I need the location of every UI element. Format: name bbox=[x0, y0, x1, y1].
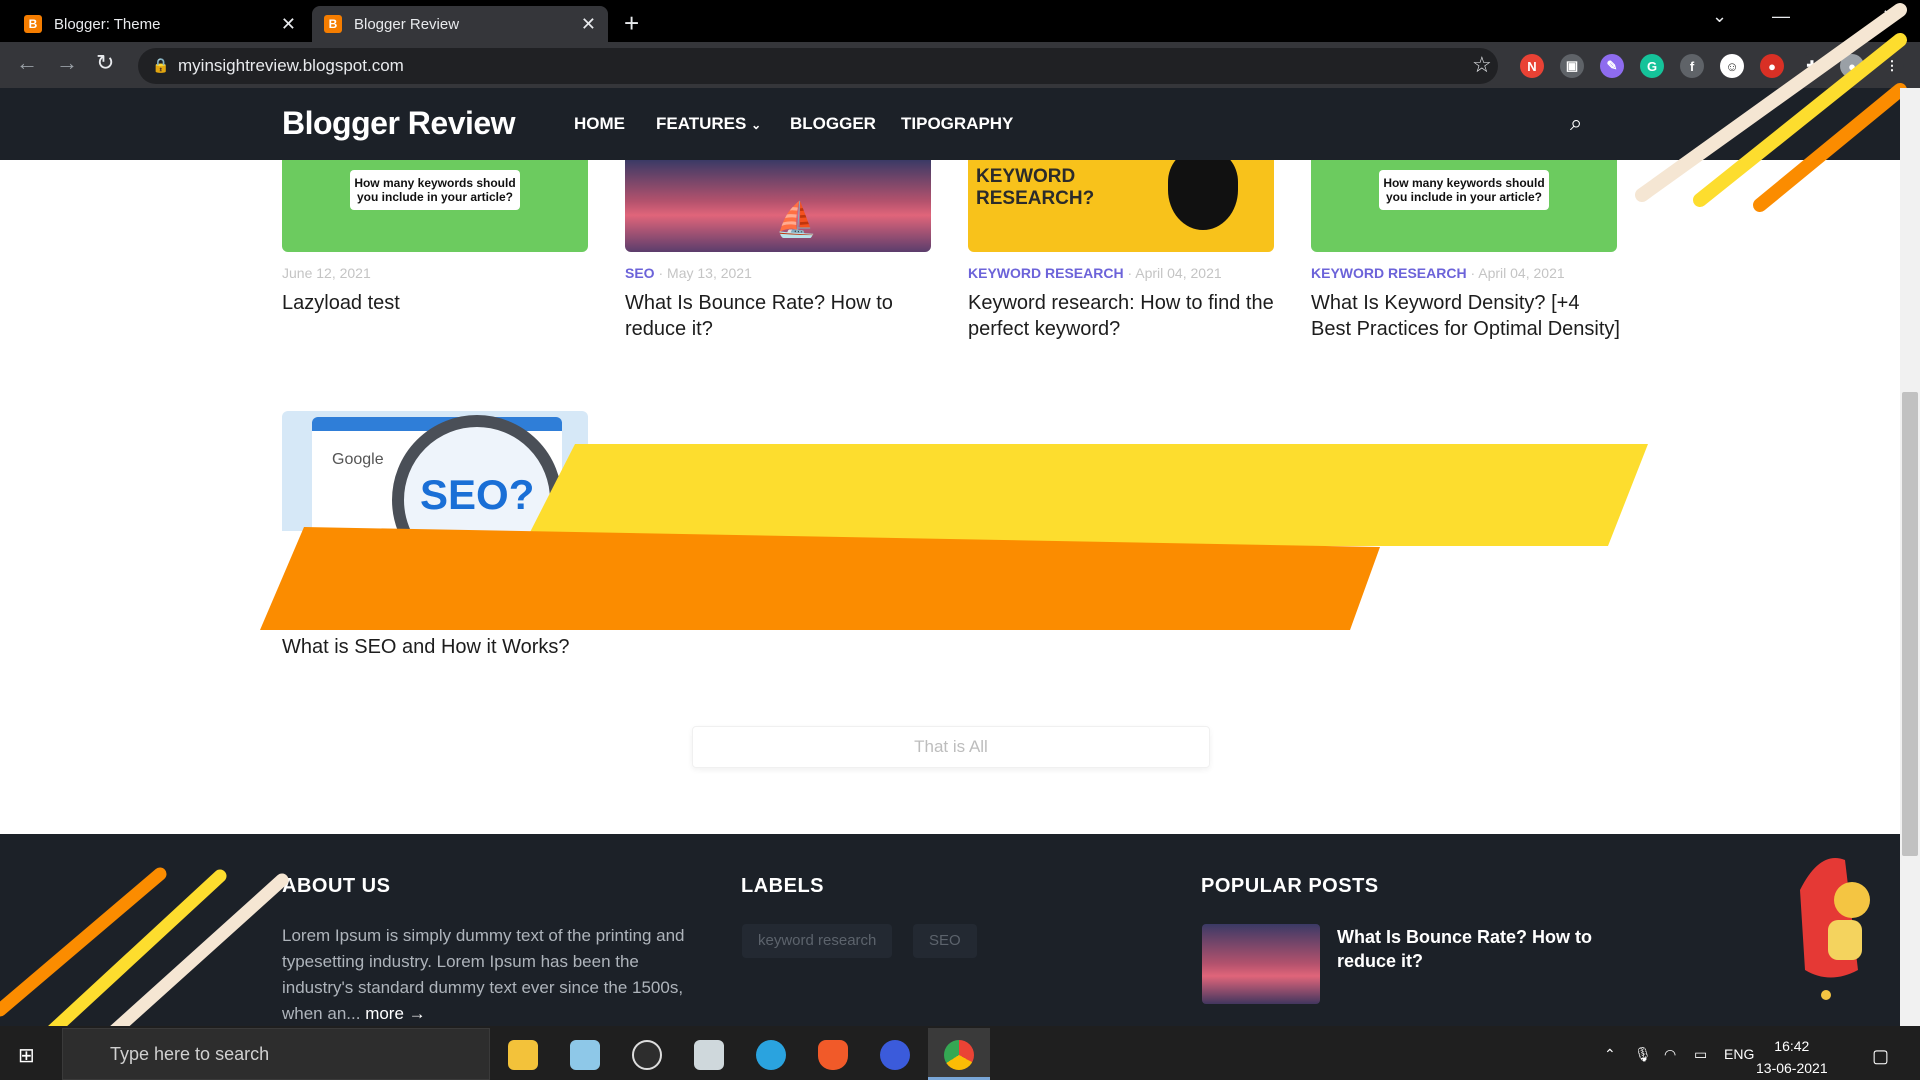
mascot-rocket-icon bbox=[1800, 858, 1870, 1000]
orange-stripe bbox=[0, 867, 167, 1017]
wifi-icon[interactable]: ◠ bbox=[1664, 1046, 1676, 1063]
taskbar-search-input[interactable]: Type here to search bbox=[110, 1044, 269, 1065]
telegram-icon[interactable] bbox=[756, 1040, 786, 1070]
photos-app-icon[interactable] bbox=[694, 1040, 724, 1070]
clock-time: 16:42 bbox=[1774, 1038, 1810, 1054]
clock-date: 13-06-2021 bbox=[1756, 1060, 1828, 1076]
notification-center-icon[interactable]: ▢ bbox=[1872, 1046, 1889, 1067]
obs-icon[interactable] bbox=[632, 1040, 662, 1070]
brave-browser-icon[interactable] bbox=[818, 1040, 848, 1070]
battery-icon[interactable]: ▭ bbox=[1694, 1046, 1707, 1063]
footer-decoration bbox=[0, 858, 1870, 1080]
notes-app-icon[interactable] bbox=[570, 1040, 600, 1070]
language-indicator[interactable]: ENG bbox=[1724, 1046, 1754, 1062]
file-explorer-icon[interactable] bbox=[508, 1040, 538, 1070]
microphone-icon[interactable]: 🎙 bbox=[1634, 1046, 1652, 1063]
scrollbar-thumb[interactable] bbox=[1902, 392, 1918, 856]
chrome-icon[interactable] bbox=[944, 1040, 974, 1070]
rainbow-app-icon[interactable] bbox=[880, 1040, 910, 1070]
windows-start-icon[interactable]: ⊞ bbox=[18, 1043, 35, 1068]
show-hidden-icons-icon[interactable]: ⌃ bbox=[1604, 1046, 1616, 1063]
taskbar-clock[interactable]: 16:42 13-06-2021 bbox=[1756, 1035, 1828, 1079]
